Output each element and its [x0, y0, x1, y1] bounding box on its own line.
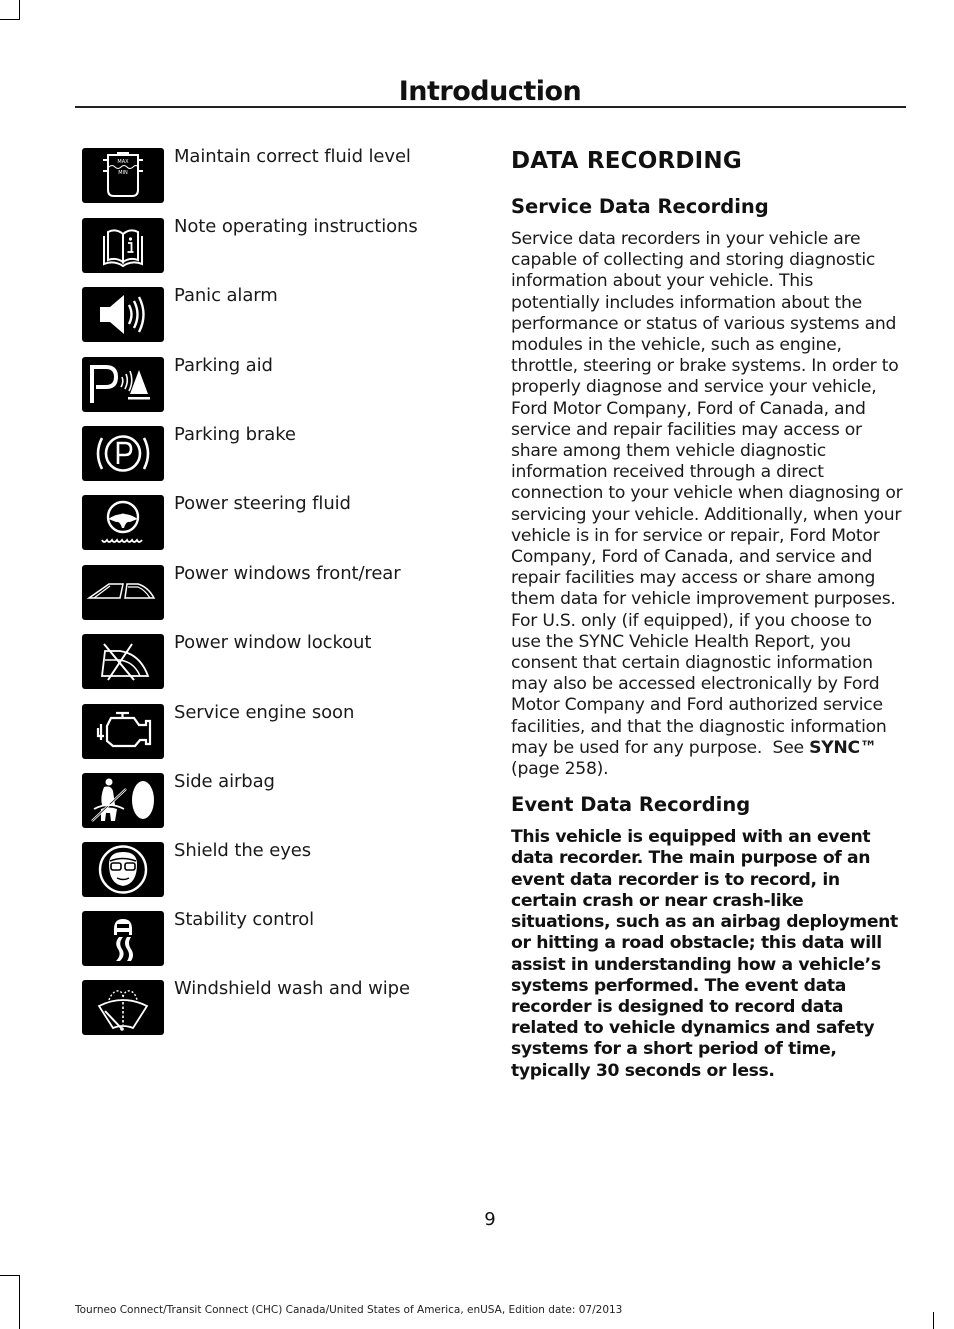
symbol-item: Windshield wash and wipe	[82, 978, 462, 1036]
crop-mark	[933, 1312, 934, 1329]
operating-instructions-icon	[82, 218, 164, 273]
service-data-heading: Service Data Recording	[511, 195, 769, 218]
symbol-item: Power windows front/rear	[82, 563, 462, 621]
symbol-item: Parking brake	[82, 424, 462, 482]
svg-text:MAX: MAX	[117, 159, 129, 165]
symbol-label: Power windows front/rear	[174, 563, 401, 584]
fluid-level-icon: MAX MIN	[82, 148, 164, 203]
event-data-paragraph: This vehicle is equipped with an event d…	[511, 827, 898, 1081]
symbol-item: Side airbag	[82, 771, 462, 829]
symbol-item: MAX MIN Maintain correct fluid level	[82, 146, 462, 204]
page-number: 9	[484, 1209, 496, 1230]
crop-mark	[19, 1275, 20, 1329]
power-steering-fluid-icon	[82, 495, 164, 550]
parking-aid-icon	[82, 357, 164, 412]
event-data-heading: Event Data Recording	[511, 793, 751, 817]
crop-mark	[19, 0, 20, 19]
symbol-label: Parking aid	[174, 355, 273, 376]
crop-mark	[0, 1275, 20, 1276]
symbol-item: Power window lockout	[82, 632, 462, 690]
symbol-item: Service engine soon	[82, 702, 462, 760]
crop-mark	[0, 19, 20, 20]
symbol-item: Stability control	[82, 909, 462, 967]
symbol-item: Power steering fluid	[82, 493, 462, 551]
header-rule	[75, 106, 906, 108]
service-data-paragraph: Service data recorders in your vehicle a…	[511, 229, 903, 780]
symbol-label: Side airbag	[174, 771, 275, 792]
parking-brake-icon	[82, 426, 164, 481]
power-window-lockout-icon	[82, 634, 164, 689]
data-recording-section: DATA RECORDING Service Data Recording Se…	[511, 146, 903, 1082]
symbol-label: Power window lockout	[174, 632, 372, 653]
symbol-item: Parking aid	[82, 355, 462, 413]
sync-link[interactable]: SYNC™	[809, 738, 877, 758]
symbol-label: Note operating instructions	[174, 216, 418, 237]
side-airbag-icon	[82, 773, 164, 828]
edition-footer: Tourneo Connect/Transit Connect (CHC) Ca…	[75, 1304, 623, 1316]
symbol-label: Maintain correct fluid level	[174, 146, 411, 167]
symbol-label: Stability control	[174, 909, 315, 930]
symbol-item: Note operating instructions	[82, 216, 462, 274]
shield-eyes-icon	[82, 842, 164, 897]
panic-alarm-icon	[82, 287, 164, 342]
symbol-label: Windshield wash and wipe	[174, 978, 410, 999]
symbol-label: Power steering fluid	[174, 493, 351, 514]
symbol-label: Panic alarm	[174, 285, 278, 306]
symbol-label: Shield the eyes	[174, 840, 311, 861]
symbol-label: Service engine soon	[174, 702, 355, 723]
windshield-wash-wipe-icon	[82, 980, 164, 1035]
symbol-item: Shield the eyes	[82, 840, 462, 898]
svg-text:MIN: MIN	[118, 170, 128, 176]
section-heading: DATA RECORDING	[511, 148, 742, 174]
page-title: Introduction	[398, 76, 582, 108]
stability-control-icon	[82, 911, 164, 966]
service-engine-icon	[82, 704, 164, 759]
symbol-item: Panic alarm	[82, 285, 462, 343]
power-windows-icon	[82, 565, 164, 620]
symbol-label: Parking brake	[174, 424, 296, 445]
